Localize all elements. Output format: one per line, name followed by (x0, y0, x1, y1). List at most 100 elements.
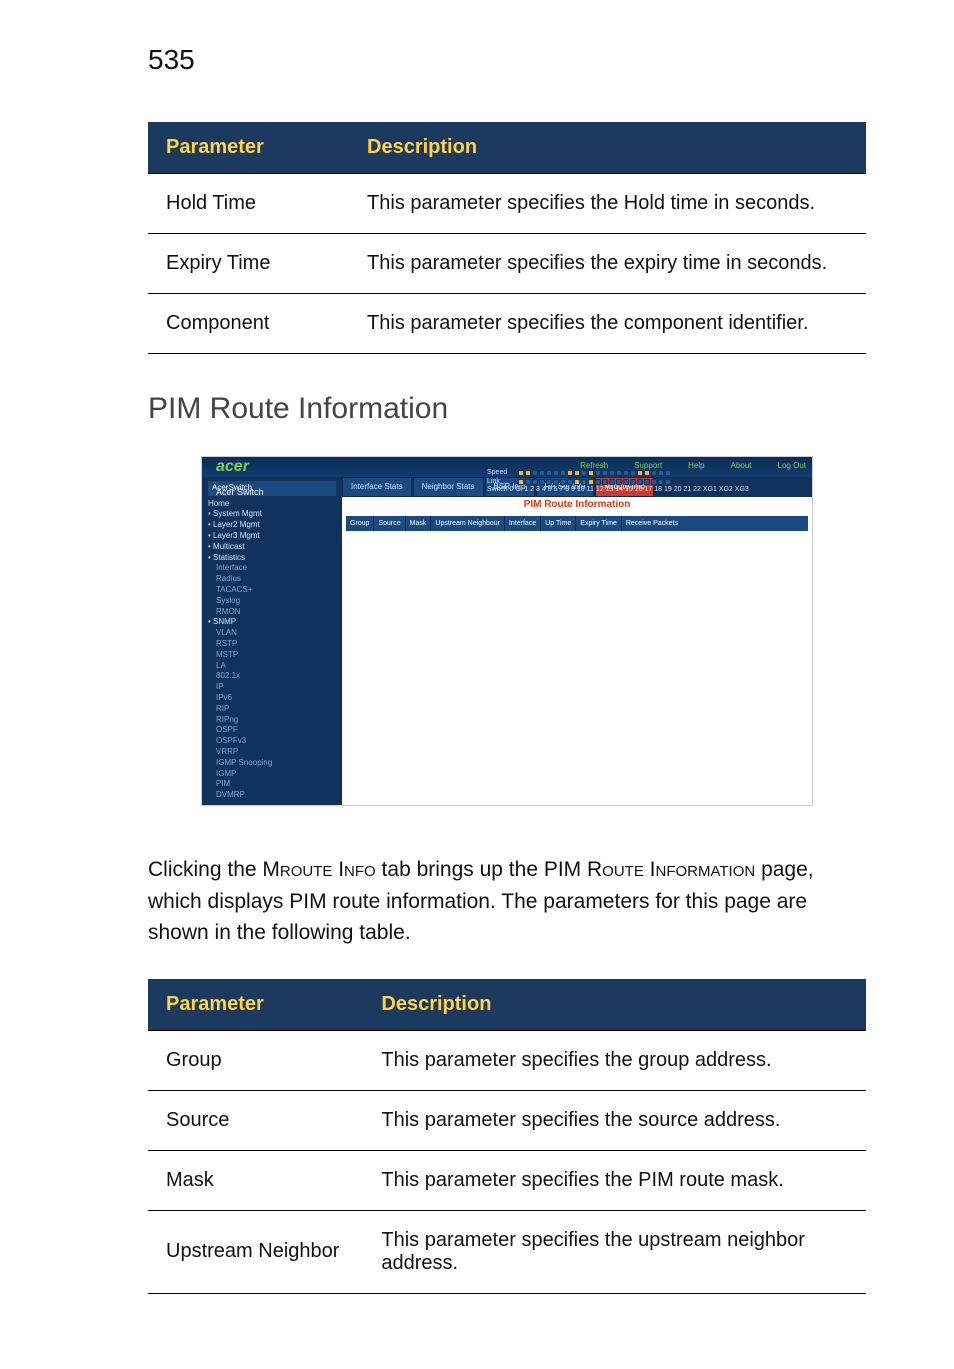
sidebar-item[interactable]: • SNMP (208, 617, 336, 628)
led-dot (609, 470, 615, 476)
sidebar-item[interactable]: PIM (208, 779, 336, 790)
sidebar-item[interactable]: LA (208, 661, 336, 672)
col-interface: Interface (505, 516, 541, 531)
parameter-table-2: Parameter Description Group This paramet… (148, 979, 866, 1294)
led-dot (553, 479, 559, 485)
page-number: 535 (148, 44, 866, 76)
body-text: tab brings up the PIM (376, 858, 587, 881)
cell-param: Expiry Time (148, 234, 349, 294)
section-heading: PIM Route Information (148, 392, 866, 426)
sidebar-item[interactable]: RIPng (208, 715, 336, 726)
led-dot (595, 479, 601, 485)
led-dot (637, 470, 643, 476)
table-row: Component This parameter specifies the c… (148, 294, 866, 354)
embedded-screenshot: acer Acer Switch Refresh Support Help Ab… (201, 456, 813, 806)
sidebar-item[interactable]: Radius (208, 574, 336, 585)
sidebar-item[interactable]: • System Mgmt (208, 509, 336, 520)
led-dot (560, 479, 566, 485)
sidebar-item[interactable]: Syslog (208, 596, 336, 607)
sidebar-item[interactable]: IGMP (208, 769, 336, 780)
led-dot (546, 479, 552, 485)
sidebar: AcerSwitch Home• System Mgmt• Layer2 Mgm… (202, 477, 342, 805)
tab-neighbor-stats[interactable]: Neighbor Stats (413, 477, 484, 497)
led-dot (567, 470, 573, 476)
sidebar-item[interactable]: TACACS+ (208, 585, 336, 596)
th-parameter: Parameter (148, 122, 349, 174)
led-dot (616, 479, 622, 485)
sidebar-item[interactable]: RIP (208, 704, 336, 715)
tab-interface-stats[interactable]: Interface Stats (342, 477, 412, 497)
cell-param: Hold Time (148, 174, 349, 234)
led-dot (588, 479, 594, 485)
table-row: Mask This parameter specifies the PIM ro… (148, 1150, 866, 1210)
table-row: Hold Time This parameter specifies the H… (148, 174, 866, 234)
cell-param: Mask (148, 1150, 363, 1210)
led-dot (595, 470, 601, 476)
led-dot (665, 479, 671, 485)
sidebar-item[interactable]: Interface (208, 563, 336, 574)
led-dot (574, 470, 580, 476)
cell-param: Component (148, 294, 349, 354)
sidebar-item[interactable]: VRRP (208, 747, 336, 758)
sidebar-item[interactable]: • Multicast (208, 542, 336, 553)
table-row: Expiry Time This parameter specifies the… (148, 234, 866, 294)
cell-desc: This parameter specifies the expiry time… (349, 234, 866, 294)
sidebar-item[interactable]: VLAN (208, 628, 336, 639)
led-dot (546, 470, 552, 476)
sidebar-item[interactable]: OSPF (208, 725, 336, 736)
led-dot (665, 470, 671, 476)
led-dot (602, 479, 608, 485)
sidebar-item[interactable]: IGMP Snooping (208, 758, 336, 769)
sidebar-item[interactable]: 802.1x (208, 671, 336, 682)
col-source: Source (374, 516, 405, 531)
led-dot (658, 479, 664, 485)
screenshot-body: AcerSwitch Home• System Mgmt• Layer2 Mgm… (202, 477, 812, 805)
sidebar-item[interactable]: IPv6 (208, 693, 336, 704)
led-dot (609, 479, 615, 485)
led-dot (658, 470, 664, 476)
link-logout[interactable]: Log Out (778, 461, 806, 470)
cell-desc: This parameter specifies the PIM route m… (363, 1150, 866, 1210)
main-panel: Interface Stats Neighbor Stats BSR Info … (342, 477, 812, 805)
th-parameter: Parameter (148, 979, 363, 1031)
sidebar-item[interactable]: IP (208, 682, 336, 693)
led-dot (651, 470, 657, 476)
table-row: Group This parameter specifies the group… (148, 1030, 866, 1090)
led-dot (574, 479, 580, 485)
col-expiry: Expiry Time (576, 516, 622, 531)
sidebar-item[interactable]: RMON (208, 607, 336, 618)
cell-desc: This parameter specifies the component i… (349, 294, 866, 354)
led-dot (539, 479, 545, 485)
sidebar-item[interactable]: • Statistics (208, 553, 336, 564)
led-dot (588, 470, 594, 476)
led-dot (532, 470, 538, 476)
sidebar-item[interactable]: MSTP (208, 650, 336, 661)
led-dot (623, 470, 629, 476)
screenshot-header: acer Acer Switch Refresh Support Help Ab… (202, 457, 812, 477)
sidebar-item[interactable]: OSPFv3 (208, 736, 336, 747)
cell-param: Group (148, 1030, 363, 1090)
led-dot (644, 479, 650, 485)
sidebar-item[interactable]: DVMRP (208, 790, 336, 801)
body-paragraph: Clicking the Mroute Info tab brings up t… (148, 854, 866, 949)
led-dot (637, 479, 643, 485)
sidebar-item[interactable]: RSTP (208, 639, 336, 650)
led-dot (525, 470, 531, 476)
col-mask: Mask (406, 516, 432, 531)
sidebar-item[interactable]: • Layer2 Mgmt (208, 520, 336, 531)
th-description: Description (363, 979, 866, 1031)
page-name-smallcaps: Route Information (587, 858, 755, 881)
col-group: Group (346, 516, 374, 531)
sidebar-item[interactable]: • Layer3 Mgmt (208, 531, 336, 542)
led-dot (581, 470, 587, 476)
led-dot (567, 479, 573, 485)
cell-desc: This parameter specifies the Hold time i… (349, 174, 866, 234)
led-dot (553, 470, 559, 476)
led-dot (539, 470, 545, 476)
body-text: Clicking the (148, 858, 262, 881)
led-label-link: Link (487, 478, 517, 485)
led-label-stack: Switch 0 Gi 1 2 3 4 5 6 7 8 9 10 11 12 1… (487, 486, 749, 493)
cell-param: Source (148, 1090, 363, 1150)
col-upstream: Upstream Neighbour (431, 516, 505, 531)
sidebar-item[interactable]: Home (208, 499, 336, 510)
